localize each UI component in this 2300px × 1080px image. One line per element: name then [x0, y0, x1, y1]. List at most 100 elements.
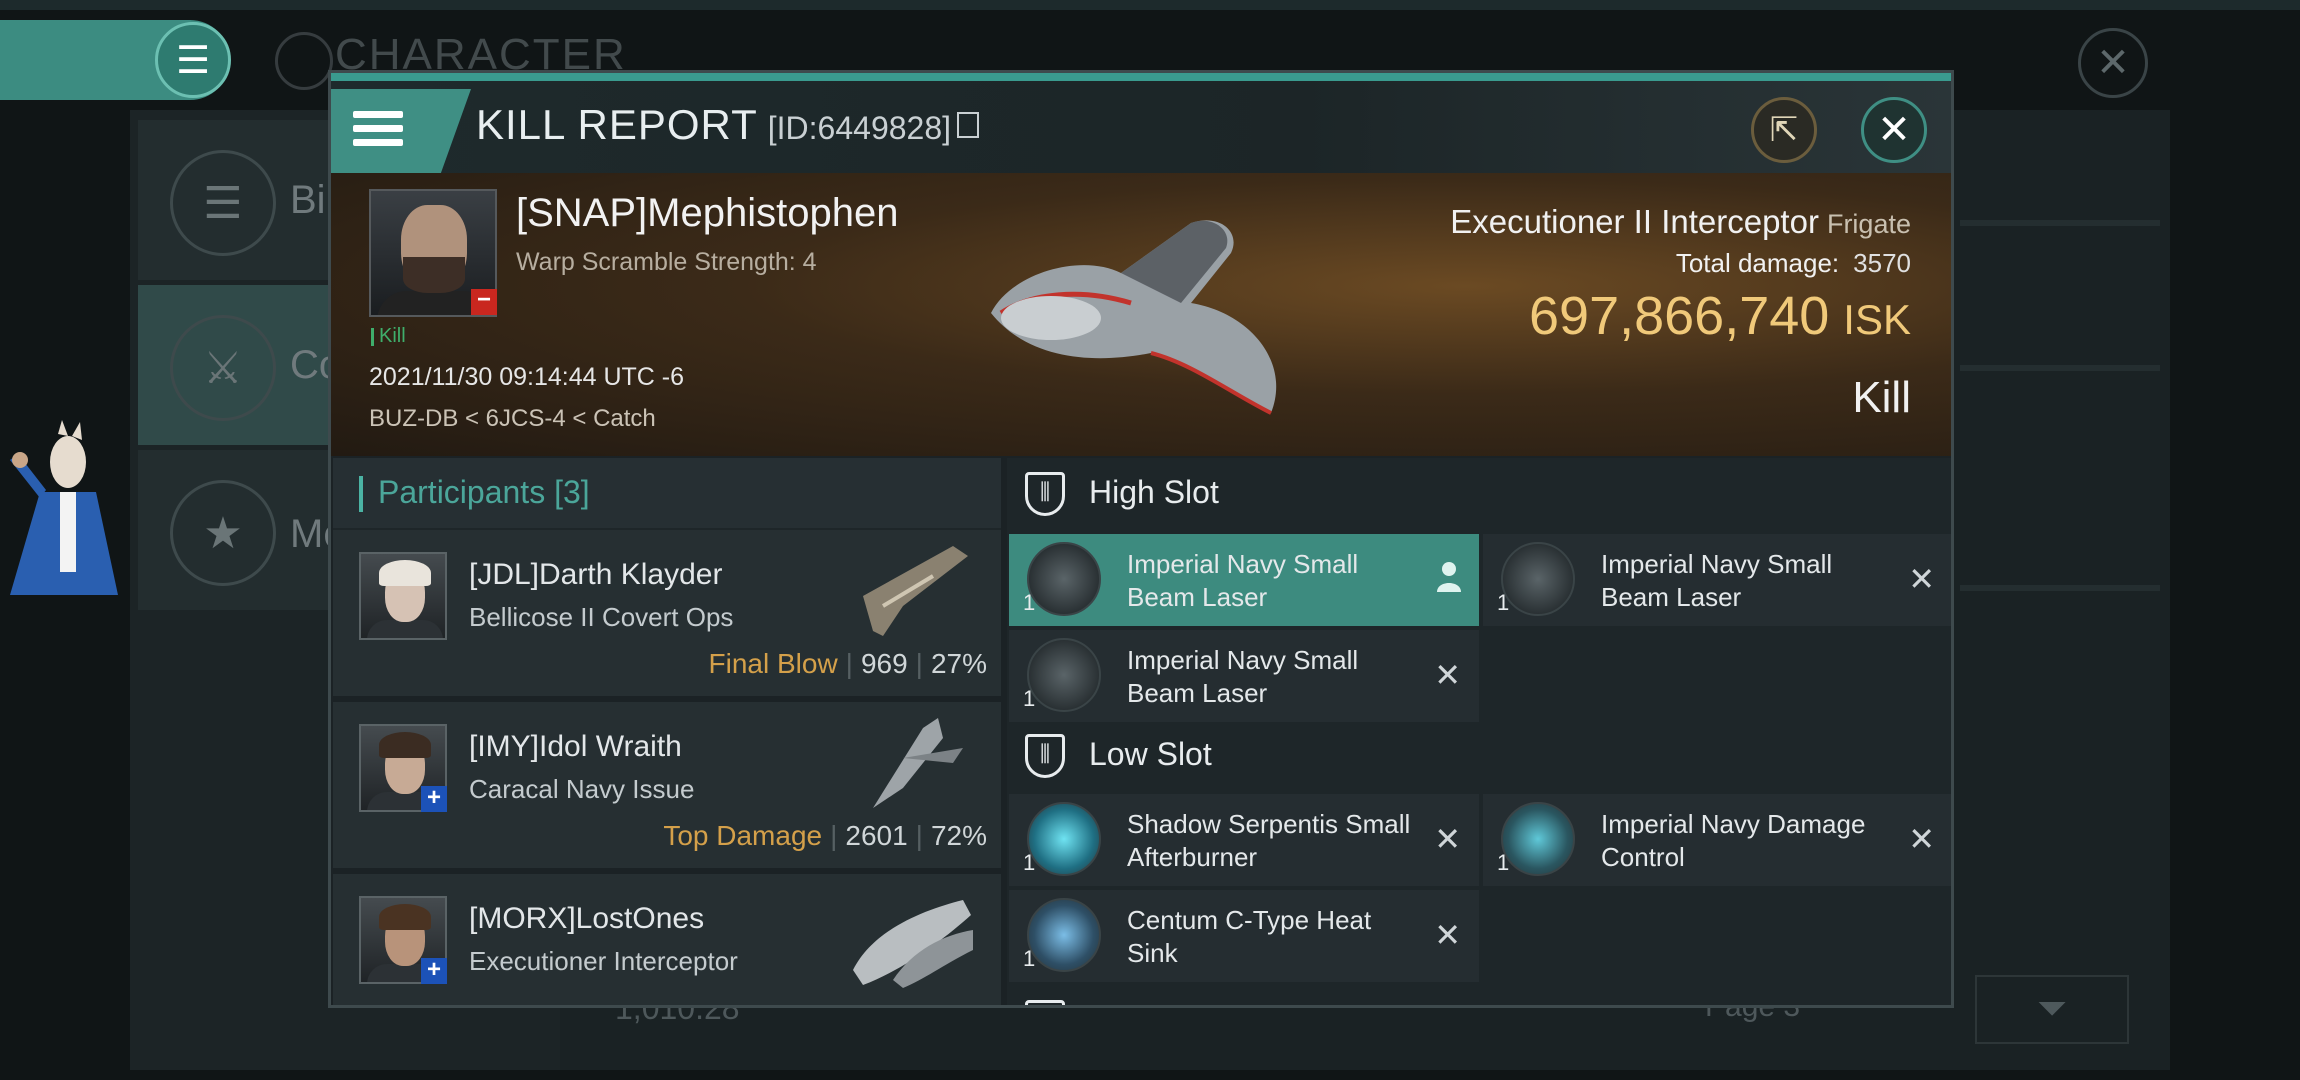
participant-name: [MORX]LostOnes — [469, 902, 705, 935]
module-quantity: 1 — [1023, 590, 1036, 615]
fitting-panel: ⫼ High Slot 1 Imperial Navy Small Beam L… — [1007, 458, 1951, 1005]
victim-name[interactable]: [SNAP]Mephistophen — [516, 191, 898, 236]
module-item[interactable]: 1 Imperial Navy Damage Control ✕ — [1483, 794, 1951, 886]
isk-amount: 697,866,740 — [1529, 286, 1830, 346]
high-slot-header: ⫼ High Slot — [1007, 458, 1951, 530]
participant-ship: Executioner Interceptor — [469, 946, 738, 976]
module-name: Shadow Serpentis Small Afterburner — [1127, 809, 1411, 872]
ship-name-text: Executioner II Interceptor — [1450, 203, 1819, 240]
participants-title: Participants [3] — [378, 474, 590, 511]
participant-portrait — [359, 552, 447, 640]
total-damage: Total damage: 3570 — [1676, 248, 1911, 279]
hostile-standing-icon: − — [471, 288, 497, 315]
participant-name: [JDL]Darth Klayder — [469, 558, 723, 591]
low-slot-icon: ⫼ — [1025, 734, 1065, 778]
participants-label: Participants — [378, 474, 546, 510]
participant-row[interactable]: + [MORX]LostOnes Executioner Interceptor — [333, 874, 1001, 1005]
participant-row[interactable]: + [IMY]Idol Wraith Caracal Navy Issue To… — [333, 702, 1001, 874]
module-item[interactable]: 1 Imperial Navy Small Beam Laser ✕ — [1009, 630, 1479, 722]
kill-id: [ID:6449828] — [767, 110, 952, 146]
participant-damage: 969 — [860, 648, 908, 679]
low-slot-title: Low Slot — [1089, 736, 1212, 772]
low-slot-header: ⫼ Low Slot — [1007, 720, 1951, 792]
high-slot-icon: ⫼ — [1025, 472, 1065, 516]
share-button[interactable]: ⇱ — [1751, 97, 1817, 163]
destroyed-icon: ✕ — [1434, 657, 1461, 693]
dialog-accent-line — [331, 73, 1951, 81]
background-close-button[interactable]: ✕ — [2078, 28, 2148, 98]
module-item[interactable]: 1 Shadow Serpentis Small Afterburner ✕ — [1009, 794, 1479, 886]
destroyed-icon: ✕ — [1434, 917, 1461, 953]
participant-stats: Top Damage | 2601 | 72% — [663, 820, 987, 851]
copy-icon[interactable] — [957, 111, 980, 138]
close-icon: ✕ — [1877, 108, 1911, 152]
saluting-horse-avatar — [10, 420, 118, 595]
background-top-bar — [0, 0, 2300, 10]
kill-location[interactable]: BUZ-DB < 6JCS-4 < Catch — [369, 405, 656, 433]
participant-stat-label: Final Blow — [708, 648, 838, 679]
list-icon: ☰ — [170, 150, 276, 256]
afterburner-icon — [1027, 802, 1101, 876]
filter-icon[interactable]: ⏷ — [1975, 975, 2129, 1044]
beam-laser-icon — [1027, 638, 1101, 712]
background-side-label: Bi — [290, 178, 326, 222]
participant-damage: 2601 — [845, 820, 908, 851]
module-name: Imperial Navy Small Beam Laser — [1127, 645, 1359, 708]
star-icon: ★ — [170, 480, 276, 586]
background-divider — [1960, 585, 2160, 591]
beam-laser-icon — [1027, 542, 1101, 616]
total-damage-value: 3570 — [1853, 248, 1911, 278]
module-item[interactable]: 1 Imperial Navy Small Beam Laser ✕ — [1483, 534, 1951, 626]
participant-stat-label: Top Damage — [663, 820, 823, 851]
ship-class: Frigate — [1826, 209, 1911, 239]
character-icon — [275, 32, 333, 90]
friendly-standing-icon: + — [421, 786, 447, 812]
isk-unit: ISK — [1843, 296, 1911, 343]
module-name: Imperial Navy Damage Control — [1601, 809, 1866, 872]
kill-report-dialog: KILL REPORT [ID:6449828] ⇱ ✕ − [SNAP]Meph… — [328, 70, 1954, 1008]
kill-result: Kill — [1852, 373, 1911, 422]
heat-sink-icon — [1027, 898, 1101, 972]
participants-panel: Participants [3] [JDL]Darth Klayder Bell… — [333, 458, 1001, 1005]
dialog-title-text: KILL REPORT — [476, 101, 758, 148]
module-item[interactable]: 1 Imperial Navy Small Beam Laser — [1009, 534, 1479, 626]
module-name: Centum C-Type Heat Sink — [1127, 905, 1372, 968]
destroyed-icon: ✕ — [1908, 821, 1935, 857]
total-damage-label: Total damage: — [1675, 248, 1840, 278]
participants-header: Participants [3] — [333, 458, 1001, 528]
module-quantity: 1 — [1497, 850, 1510, 875]
mid-slot-icon: ⫼ — [1025, 1000, 1065, 1005]
victim-ship-image — [991, 220, 1277, 415]
close-button[interactable]: ✕ — [1861, 97, 1927, 163]
background-divider — [1960, 365, 2160, 371]
participant-percent: 27% — [930, 648, 987, 679]
victim-subtitle: Warp Scramble Strength: 4 — [516, 248, 817, 276]
participant-ship-image — [863, 546, 968, 636]
background-divider — [1960, 220, 2160, 226]
background-menu-button[interactable]: ☰ — [155, 22, 231, 98]
module-quantity: 1 — [1023, 850, 1036, 875]
kill-date: 2021/11/30 09:14:44 UTC -6 — [369, 363, 685, 391]
participant-stats: Final Blow | 969 | 27% — [708, 648, 988, 679]
module-item[interactable]: 1 Centum C-Type Heat Sink ✕ — [1009, 890, 1479, 982]
destroyed-icon: ✕ — [1434, 821, 1461, 857]
dialog-title: KILL REPORT [ID:6449828] — [476, 101, 980, 149]
participant-percent: 72% — [930, 820, 987, 851]
damage-control-icon — [1501, 802, 1575, 876]
victim-ship-name: Executioner II Interceptor Frigate — [1450, 203, 1911, 241]
participant-row[interactable]: [JDL]Darth Klayder Bellicose II Covert O… — [333, 530, 1001, 702]
module-name: Imperial Navy Small Beam Laser — [1601, 549, 1833, 612]
module-quantity: 1 — [1023, 946, 1036, 971]
participants-count: [3] — [554, 474, 590, 510]
module-quantity: 1 — [1023, 686, 1036, 711]
high-slot-title: High Slot — [1089, 474, 1219, 510]
dialog-header: KILL REPORT [ID:6449828] ⇱ ✕ — [331, 81, 1951, 175]
module-quantity: 1 — [1497, 590, 1510, 615]
mid-slot-header: ⫼ — [1007, 986, 1951, 1005]
participant-ship: Caracal Navy Issue — [469, 774, 695, 804]
friendly-standing-icon: + — [421, 958, 447, 984]
participant-ship: Bellicose II Covert Ops — [469, 602, 734, 632]
dialog-menu-button[interactable] — [331, 89, 471, 175]
menu-icon — [353, 111, 403, 151]
beam-laser-icon — [1501, 542, 1575, 616]
